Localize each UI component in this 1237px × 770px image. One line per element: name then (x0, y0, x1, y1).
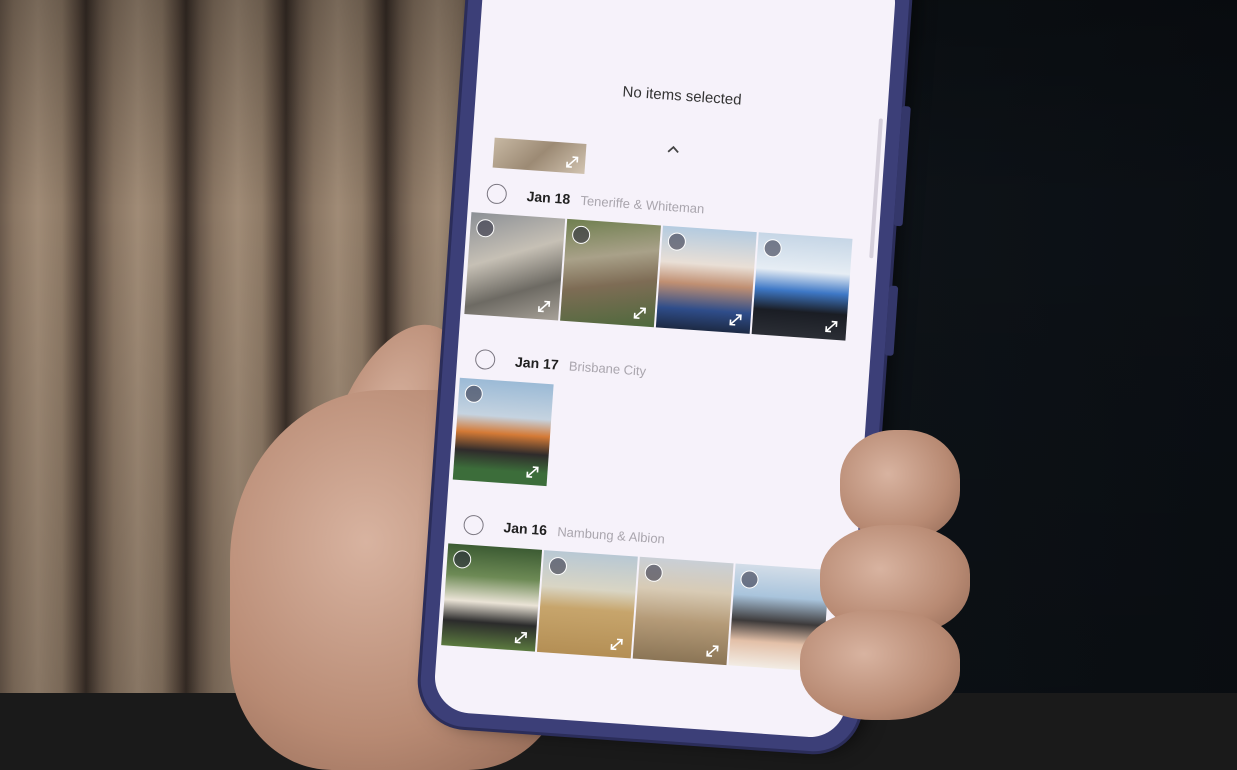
photo-thumbnail[interactable] (655, 225, 757, 334)
expand-arrows-icon[interactable] (609, 637, 624, 652)
radio-circle-icon[interactable] (474, 348, 496, 371)
radio-circle-icon[interactable] (644, 563, 664, 583)
day-date: Jan 18 (526, 188, 571, 208)
photo-row (452, 377, 554, 487)
photo-thumbnail[interactable] (632, 556, 734, 666)
photo-thumbnail[interactable] (441, 543, 543, 652)
radio-circle-icon[interactable] (475, 218, 495, 238)
radio-circle-icon[interactable] (548, 556, 568, 576)
day-place: Brisbane City (568, 358, 647, 379)
expand-arrows-icon[interactable] (525, 465, 540, 480)
chevron-up-icon[interactable] (662, 137, 685, 160)
radio-circle-icon[interactable] (739, 569, 760, 590)
day-place: Nambung & Albion (556, 523, 666, 547)
expand-arrows-icon[interactable] (565, 155, 580, 170)
hand-finger (840, 430, 960, 540)
radio-circle-icon[interactable] (763, 238, 783, 258)
photo-row (464, 212, 853, 341)
day-place: Teneriffe & Whiteman (580, 192, 705, 217)
radio-circle-icon[interactable] (462, 514, 485, 536)
radio-circle-icon[interactable] (667, 231, 687, 252)
expand-arrows-icon[interactable] (705, 644, 720, 659)
photo-thumbnail[interactable] (560, 218, 661, 328)
photo-thumbnail[interactable] (452, 377, 554, 487)
expand-arrows-icon[interactable] (824, 319, 839, 334)
radio-circle-icon[interactable] (486, 183, 508, 205)
photo-thumbnail[interactable] (751, 232, 853, 341)
expand-arrows-icon[interactable] (537, 299, 552, 314)
day-date: Jan 16 (502, 519, 548, 539)
radio-circle-icon[interactable] (452, 549, 472, 569)
photo-thumbnail[interactable] (492, 137, 587, 174)
radio-circle-icon[interactable] (571, 225, 591, 245)
day-date: Jan 17 (514, 353, 560, 373)
day-group-jan-17: Jan 17 Brisbane City (452, 342, 869, 487)
expand-arrows-icon[interactable] (513, 630, 528, 645)
radio-circle-icon[interactable] (464, 384, 484, 404)
photo-thumbnail[interactable] (536, 550, 638, 659)
expand-arrows-icon[interactable] (728, 312, 743, 327)
expand-arrows-icon[interactable] (632, 306, 647, 321)
day-group-jan-18: Jan 18 Teneriffe & Whiteman (464, 176, 881, 341)
day-group-jan-16: Jan 16 Nambung & Albion (441, 507, 857, 672)
photo-row (441, 543, 830, 672)
selection-status: No items selected (621, 83, 743, 109)
hand-finger (800, 610, 960, 720)
photo-thumbnail[interactable] (464, 212, 566, 321)
